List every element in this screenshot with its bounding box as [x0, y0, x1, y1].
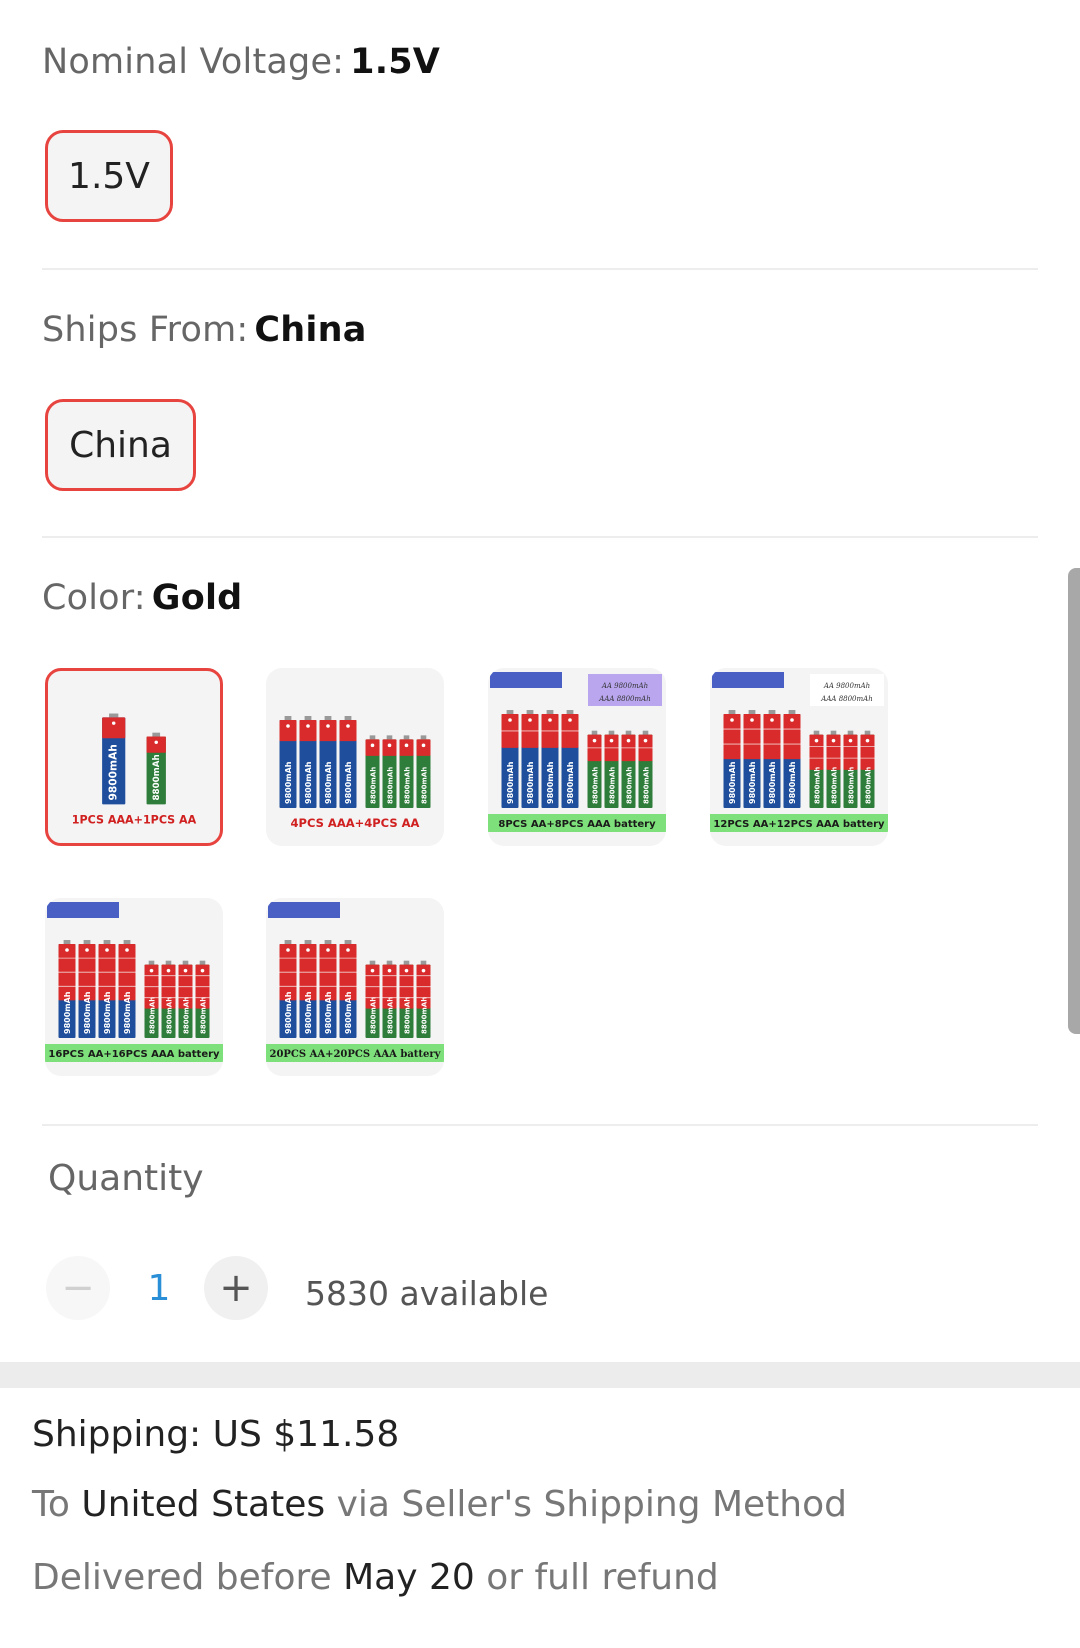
svg-text:9800mAh: 9800mAh	[728, 761, 737, 804]
svg-text:AAA 8800mAh: AAA 8800mAh	[598, 695, 650, 703]
svg-text:12PCS AA+12PCS AAA battery: 12PCS AA+12PCS AAA battery	[713, 819, 885, 830]
svg-text:8800mAh: 8800mAh	[404, 767, 412, 804]
voltage-option-label: 1.5V	[68, 155, 150, 197]
delivery-date: May 20	[343, 1557, 475, 1598]
battery-pack-image: 9800mAh 8800mAh 1PCS AAA+1PCS AA	[72, 713, 197, 827]
svg-text:8800mAh: 8800mAh	[848, 767, 856, 804]
svg-text:9800mAh: 9800mAh	[566, 761, 575, 804]
delivery-prefix: Delivered before	[32, 1557, 332, 1598]
ships-from-section-title: Ships From: China	[42, 310, 1038, 350]
color-section-title: Color: Gold	[42, 578, 1038, 618]
svg-text:AAA 8800mAh: AAA 8800mAh	[820, 695, 872, 703]
shipping-method: via Seller's Shipping Method	[336, 1484, 847, 1525]
svg-text:8800mAh: 8800mAh	[183, 997, 191, 1034]
svg-text:9800mAh: 9800mAh	[83, 991, 92, 1034]
color-swatch-3[interactable]: AA 9800mAh AAA 8800mAh 9800mAh 9800mAh 9800m…	[488, 668, 666, 846]
svg-text:8800mAh: 8800mAh	[166, 997, 174, 1034]
svg-text:9800mAh: 9800mAh	[123, 991, 132, 1034]
minus-icon: −	[61, 1265, 95, 1311]
color-swatch-2[interactable]: 9800mAh 9800mAh 9800mAh 9800mAh 8800mAh 8800m…	[266, 668, 444, 846]
shipping-to-prefix: To	[32, 1484, 70, 1525]
svg-text:9800mAh: 9800mAh	[284, 761, 293, 804]
shipping-country: United States	[81, 1484, 326, 1525]
voltage-label: Nominal Voltage:	[42, 42, 345, 82]
svg-text:8800mAh: 8800mAh	[387, 767, 395, 804]
svg-text:8800mAh: 8800mAh	[200, 997, 208, 1034]
svg-text:9800mAh: 9800mAh	[324, 761, 333, 804]
svg-text:9800mAh: 9800mAh	[344, 991, 353, 1034]
delivery-estimate: Delivered before May 20 or full refund	[32, 1557, 719, 1598]
plus-icon: +	[219, 1265, 253, 1311]
color-swatch-5[interactable]: 9800mAh 9800mAh 9800mAh 9800mAh 8800mAh 8800m…	[45, 898, 223, 1076]
quantity-label: Quantity	[48, 1158, 204, 1199]
svg-text:9800mAh: 9800mAh	[768, 761, 777, 804]
battery-pack-image: 9800mAh 9800mAh 9800mAh 9800mAh 8800mAh 8800m…	[279, 716, 431, 830]
svg-text:9800mAh: 9800mAh	[103, 991, 112, 1034]
svg-text:9800mAh: 9800mAh	[344, 761, 353, 804]
svg-text:8800mAh: 8800mAh	[370, 997, 378, 1034]
available-stock: 5830 available	[305, 1274, 549, 1313]
battery-pack-image: AA 9800mAh AAA 8800mAh 9800mAh 9800mAh 9800m…	[488, 672, 666, 832]
voltage-selected-value: 1.5V	[350, 42, 441, 82]
svg-text:9800mAh: 9800mAh	[526, 761, 535, 804]
shipping-cost[interactable]: Shipping: US $11.58	[32, 1414, 399, 1455]
svg-text:8800mAh: 8800mAh	[404, 997, 412, 1034]
svg-text:9800mAh: 9800mAh	[788, 761, 797, 804]
svg-text:8800mAh: 8800mAh	[814, 767, 822, 804]
ships-from-selected-value: China	[254, 310, 367, 350]
ships-from-label: Ships From:	[42, 310, 249, 350]
svg-text:9800mAh: 9800mAh	[304, 991, 313, 1034]
quantity-increase-button[interactable]: +	[204, 1256, 268, 1320]
scrollbar[interactable]	[1068, 568, 1080, 1034]
ships-from-option-china[interactable]: China	[45, 399, 196, 491]
svg-text:9800mAh: 9800mAh	[324, 991, 333, 1034]
delivery-suffix: or full refund	[486, 1557, 719, 1598]
ships-from-option-label: China	[69, 424, 172, 466]
quantity-decrease-button[interactable]: −	[46, 1256, 110, 1320]
svg-text:8800mAh: 8800mAh	[370, 767, 378, 804]
color-swatch-4[interactable]: AA 9800mAh AAA 8800mAh 9800mAh 9800mAh 9800m…	[710, 668, 888, 846]
svg-text:AA 9800mAh: AA 9800mAh	[601, 682, 648, 690]
svg-text:8800mAh: 8800mAh	[626, 767, 634, 804]
svg-text:1PCS AAA+1PCS AA: 1PCS AAA+1PCS AA	[72, 814, 197, 827]
svg-text:9800mAh: 9800mAh	[284, 991, 293, 1034]
svg-text:9800mAh: 9800mAh	[304, 761, 313, 804]
divider	[42, 1124, 1038, 1126]
quantity-value[interactable]: 1	[144, 1268, 174, 1309]
svg-text:9800mAh: 9800mAh	[63, 991, 72, 1034]
svg-text:8800mAh: 8800mAh	[387, 997, 395, 1034]
svg-text:20PCS AA+20PCS AAA battery: 20PCS AA+20PCS AAA battery	[269, 1049, 441, 1060]
color-label: Color:	[42, 578, 146, 618]
svg-text:AA 9800mAh: AA 9800mAh	[823, 682, 870, 690]
divider	[42, 536, 1038, 538]
svg-text:8800mAh: 8800mAh	[831, 767, 839, 804]
svg-text:8800mAh: 8800mAh	[592, 767, 600, 804]
svg-text:8800mAh: 8800mAh	[152, 754, 162, 800]
battery-pack-image: 9800mAh 9800mAh 9800mAh 9800mAh 8800mAh 8800m…	[45, 902, 223, 1062]
battery-pack-image: AA 9800mAh AAA 8800mAh 9800mAh 9800mAh 9800m…	[710, 672, 888, 832]
svg-text:9800mAh: 9800mAh	[506, 761, 515, 804]
product-options-page: Nominal Voltage: 1.5V 1.5V Ships From: Chi…	[0, 0, 1080, 1648]
svg-text:8800mAh: 8800mAh	[421, 767, 429, 804]
svg-text:8800mAh: 8800mAh	[421, 997, 429, 1034]
svg-text:8800mAh: 8800mAh	[643, 767, 651, 804]
svg-text:9800mAh: 9800mAh	[107, 744, 120, 800]
voltage-option-1-5v[interactable]: 1.5V	[45, 130, 173, 222]
battery-pack-image: 9800mAh 9800mAh 9800mAh 9800mAh 8800mAh 8800m…	[266, 902, 444, 1062]
svg-text:16PCS AA+16PCS AAA battery: 16PCS AA+16PCS AAA battery	[48, 1049, 220, 1060]
svg-text:9800mAh: 9800mAh	[748, 761, 757, 804]
svg-text:8800mAh: 8800mAh	[149, 997, 157, 1034]
color-swatch-6[interactable]: 9800mAh 9800mAh 9800mAh 9800mAh 8800mAh 8800m…	[266, 898, 444, 1076]
svg-text:8800mAh: 8800mAh	[609, 767, 617, 804]
divider	[42, 268, 1038, 270]
voltage-section-title: Nominal Voltage: 1.5V	[42, 42, 1038, 82]
shipping-destination[interactable]: To United States via Seller's Shipping M…	[32, 1484, 847, 1525]
svg-text:4PCS AAA+4PCS AA: 4PCS AAA+4PCS AA	[291, 816, 420, 830]
svg-text:8800mAh: 8800mAh	[865, 767, 873, 804]
section-separator	[0, 1362, 1080, 1388]
svg-text:9800mAh: 9800mAh	[546, 761, 555, 804]
color-swatch-1[interactable]: 9800mAh 8800mAh 1PCS AAA+1PCS AA	[45, 668, 223, 846]
color-selected-value: Gold	[151, 578, 243, 618]
svg-text:8PCS AA+8PCS AAA battery: 8PCS AA+8PCS AAA battery	[498, 819, 656, 830]
